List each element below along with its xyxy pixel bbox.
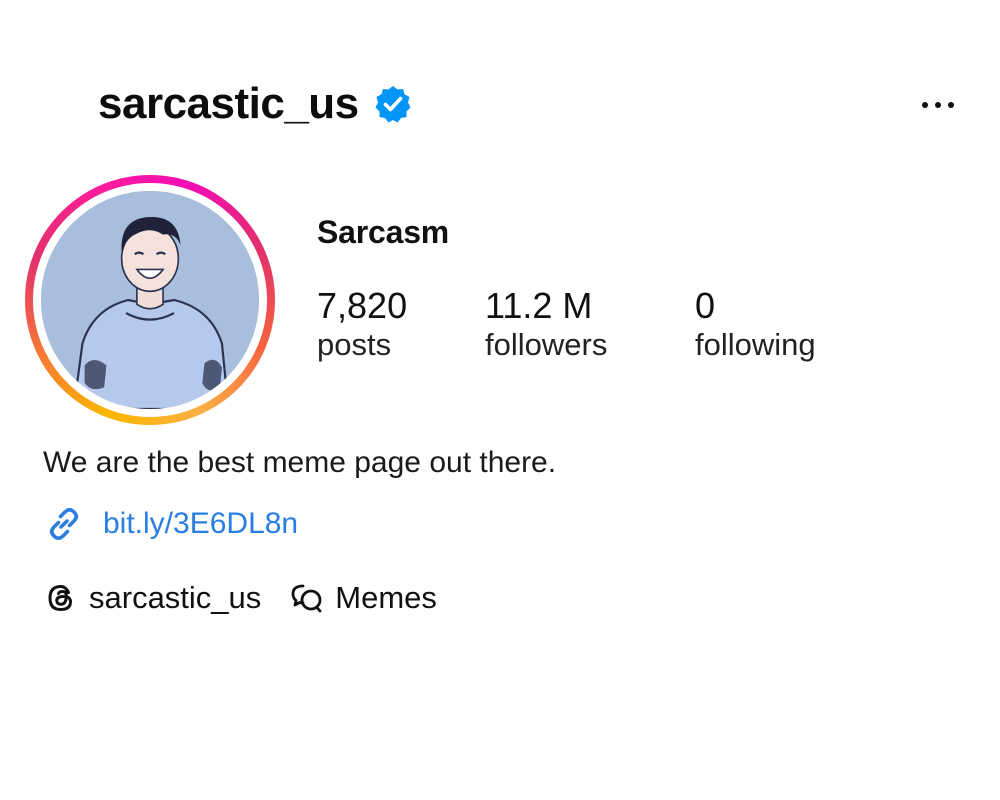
avatar-illustration: [41, 191, 259, 409]
chat-bubbles-icon: [291, 584, 322, 613]
threads-icon: [48, 584, 73, 612]
category-label: Memes: [335, 580, 437, 615]
username-title[interactable]: sarcastic_us: [98, 82, 359, 126]
followers-label: followers: [485, 327, 608, 362]
verified-badge-icon: [375, 86, 411, 123]
category-chip[interactable]: Memes: [289, 580, 437, 616]
bio-link[interactable]: bit.ly/3E6DL8n: [43, 503, 298, 545]
bio-link-text: bit.ly/3E6DL8n: [103, 507, 299, 540]
avatar-frame: [33, 183, 267, 417]
following-label: following: [695, 327, 816, 362]
more-dot-icon: [935, 102, 941, 108]
threads-chip[interactable]: sarcastic_us: [43, 580, 261, 616]
avatar-story-ring[interactable]: [25, 175, 275, 425]
more-dot-icon: [948, 102, 954, 108]
profile-meta-row: sarcastic_us Memes: [43, 580, 465, 616]
followers-stat[interactable]: 11.2 M followers: [485, 285, 695, 363]
posts-count: 7,820: [317, 285, 408, 326]
link-icon: [49, 507, 79, 541]
profile-header: sarcastic_us: [98, 82, 413, 126]
more-options-button[interactable]: [922, 96, 954, 114]
bio-text: We are the best meme page out there.: [43, 446, 557, 479]
following-stat[interactable]: 0 following: [695, 285, 875, 363]
posts-label: posts: [317, 327, 392, 362]
more-dot-icon: [922, 102, 928, 108]
avatar: [41, 191, 259, 409]
following-count: 0: [695, 285, 716, 326]
display-name: Sarcasm: [317, 214, 450, 250]
threads-handle: sarcastic_us: [89, 580, 262, 615]
profile-stats: 7,820 posts 11.2 M followers 0 following: [317, 285, 875, 363]
posts-stat[interactable]: 7,820 posts: [317, 285, 485, 363]
profile-page: sarcastic_us Sarcasm 7,820 posts 11.2 M …: [0, 0, 1000, 800]
followers-count: 11.2 M: [485, 285, 593, 326]
